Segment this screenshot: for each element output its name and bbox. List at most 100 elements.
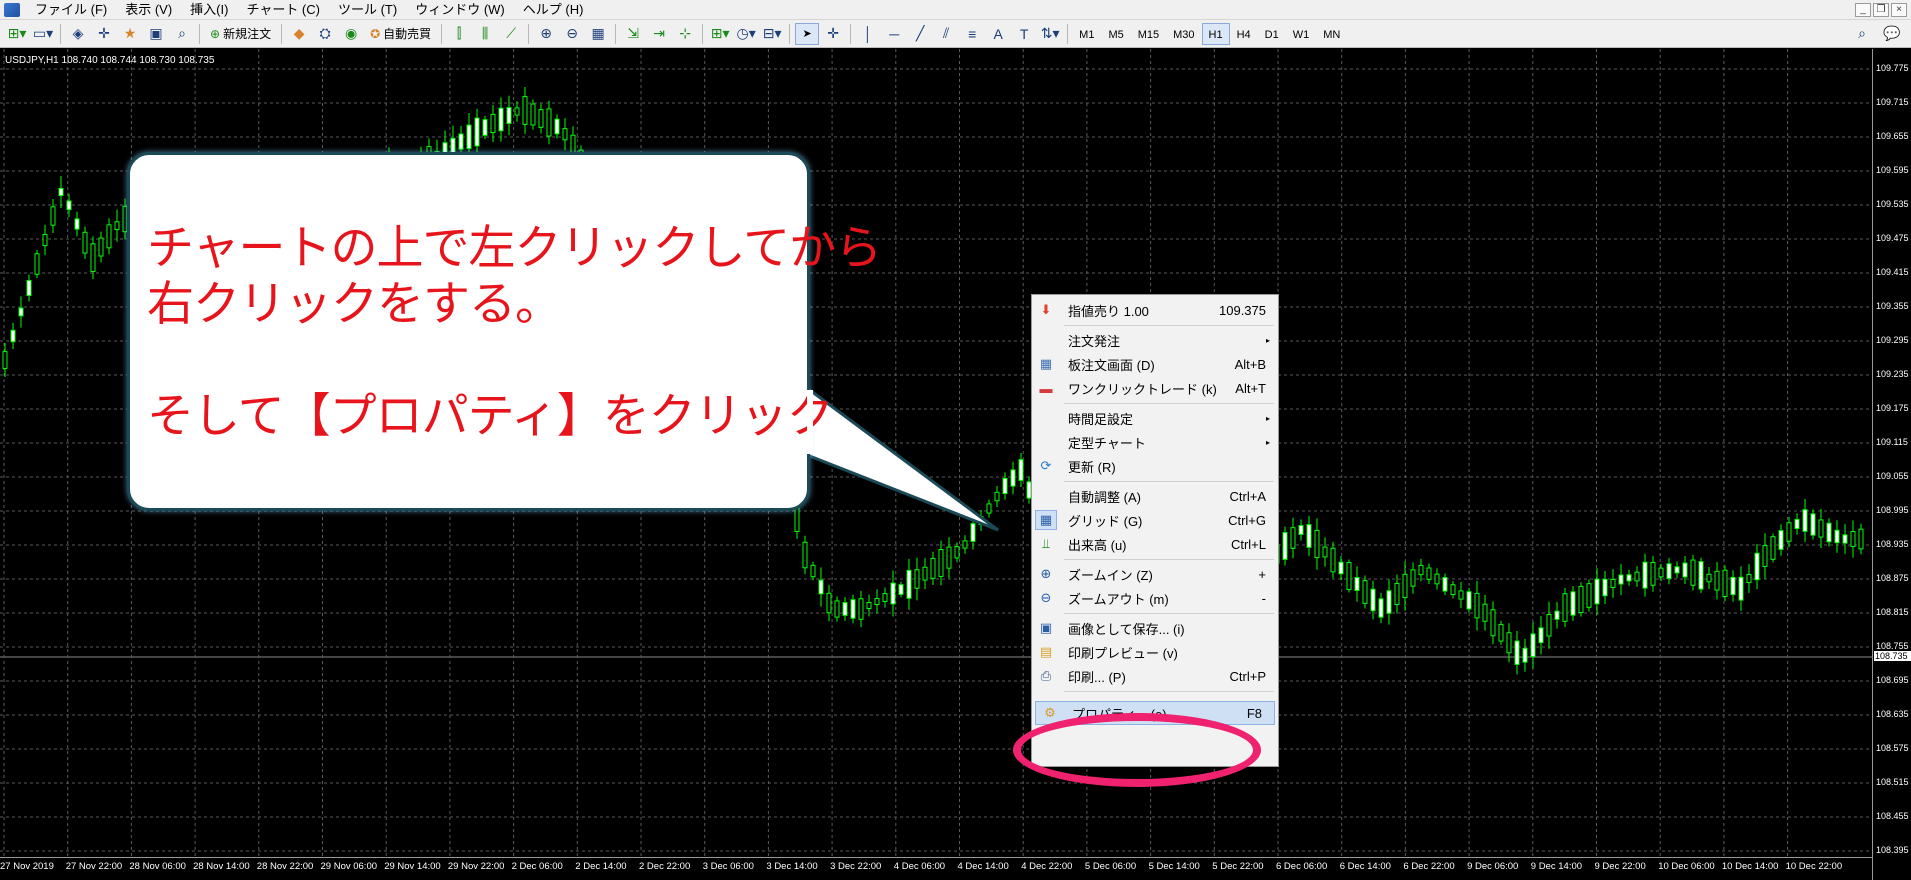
ctx-save-image[interactable]: ▣ 画像として保存... (i)	[1032, 616, 1278, 640]
profiles-icon[interactable]: ▭▾	[31, 23, 55, 45]
timeframe-m1[interactable]: M1	[1072, 23, 1101, 45]
zoom-in-icon[interactable]: ⊕	[534, 23, 558, 45]
price-axis[interactable]: 109.775 109.715 109.655 109.595 109.535 109.4…	[1872, 49, 1911, 880]
candle	[970, 515, 976, 550]
candle	[1482, 594, 1488, 631]
timeframe-d1[interactable]: D1	[1258, 23, 1286, 45]
bar-chart-icon[interactable]: ⫿	[447, 23, 471, 45]
candle	[1322, 537, 1328, 567]
ctx-zoom-out[interactable]: ⊖ ズームアウト (m) -	[1032, 586, 1278, 610]
trendline-icon[interactable]: ╱	[908, 23, 932, 45]
add-indicator-icon[interactable]: ⊞▾	[708, 23, 732, 45]
sell-arrow-icon: ⬇	[1040, 302, 1052, 317]
cursor-icon[interactable]: ➤	[795, 22, 820, 45]
timeframe-h1[interactable]: H1	[1201, 22, 1230, 45]
candle	[1746, 564, 1752, 593]
timeframe-m30[interactable]: M30	[1166, 23, 1201, 45]
tile-windows-icon[interactable]: ▦	[586, 23, 610, 45]
indicators-icon[interactable]: ⊹	[673, 23, 697, 45]
menu-help[interactable]: ヘルプ (H)	[514, 0, 593, 20]
data-window-icon[interactable]: ✛	[92, 23, 116, 45]
restore-icon[interactable]: ❐	[1873, 2, 1889, 17]
ctx-volume[interactable]: ⫫ 出来高 (u) Ctrl+L	[1032, 532, 1278, 556]
navigator-icon[interactable]: ★	[118, 23, 142, 45]
candle	[1466, 587, 1472, 613]
ctx-refresh[interactable]: ⟳ 更新 (R)	[1032, 454, 1278, 478]
signals-icon[interactable]: ⛭	[313, 23, 337, 45]
fibonacci-icon[interactable]: ≡	[960, 23, 984, 45]
menu-view[interactable]: 表示 (V)	[116, 0, 181, 20]
menu-window[interactable]: ウィンドウ (W)	[406, 0, 514, 20]
candle	[1626, 569, 1632, 586]
time-tick: 5 Dec 14:00	[1148, 861, 1200, 872]
candle	[962, 535, 968, 554]
candle	[850, 594, 856, 624]
arrows-icon[interactable]: ⇅▾	[1038, 23, 1062, 45]
candle	[874, 589, 880, 614]
crosshair-icon[interactable]: ✛	[821, 23, 845, 45]
time-tick: 5 Dec 22:00	[1212, 861, 1264, 872]
ctx-order-placement[interactable]: 注文発注 ▸	[1032, 328, 1278, 352]
terminal-icon[interactable]: ▣	[144, 23, 168, 45]
new-order-button[interactable]: ⊕ 新規注文	[205, 23, 276, 45]
zoom-out-icon[interactable]: ⊖	[560, 23, 584, 45]
print-icon: ⎙	[1040, 668, 1052, 683]
ctx-timeframe-settings[interactable]: 時間足設定 ▸	[1032, 406, 1278, 430]
time-tick: 27 Nov 2019	[0, 861, 54, 872]
horizontal-line-icon[interactable]: ─	[882, 23, 906, 45]
timeframe-mn[interactable]: MN	[1316, 23, 1347, 45]
chat-icon[interactable]: 💬	[1880, 23, 1904, 45]
chart-context-menu: ⬇ 指値売り 1.00 109.375 注文発注 ▸ ▦ 板注文画面 (D) A…	[1031, 294, 1279, 767]
price-tick: 109.535	[1876, 199, 1909, 209]
timeframe-m15[interactable]: M15	[1131, 23, 1166, 45]
time-tick: 2 Dec 06:00	[511, 861, 563, 872]
ctx-auto-scale[interactable]: 自動調整 (A) Ctrl+A	[1032, 484, 1278, 508]
menu-tools[interactable]: ツール (T)	[329, 0, 406, 20]
periods-icon[interactable]: ◷▾	[734, 23, 758, 45]
ctx-template-chart[interactable]: 定型チャート ▸	[1032, 430, 1278, 454]
ctx-zoom-in[interactable]: ⊕ ズームイン (Z) +	[1032, 562, 1278, 586]
volume-icon: ⫫	[1042, 536, 1050, 551]
timeframe-m5[interactable]: M5	[1101, 23, 1130, 45]
new-chart-icon[interactable]: ⊞▾	[5, 23, 29, 45]
timeframe-w1[interactable]: W1	[1286, 23, 1317, 45]
market-watch-icon[interactable]: ◈	[66, 23, 90, 45]
close-icon[interactable]: ×	[1891, 2, 1907, 17]
ctx-print[interactable]: ⎙ 印刷... (P) Ctrl+P	[1032, 664, 1278, 688]
market-icon[interactable]: ◉	[339, 23, 363, 45]
auto-trade-button[interactable]: ✪ 自動売買	[365, 23, 436, 45]
equidistant-channel-icon[interactable]: ⫽	[934, 23, 958, 45]
timeframe-h4[interactable]: H4	[1230, 23, 1258, 45]
search-icon[interactable]: ⌕	[1850, 23, 1874, 45]
autoscroll-icon[interactable]: ⇲	[621, 23, 645, 45]
ctx-sell-limit[interactable]: ⬇ 指値売り 1.00 109.375	[1032, 298, 1278, 322]
candle	[1642, 553, 1648, 597]
minimize-icon[interactable]: _	[1855, 2, 1871, 17]
ctx-print-preview[interactable]: ▤ 印刷プレビュー (v)	[1032, 640, 1278, 664]
menu-file[interactable]: ファイル (F)	[26, 0, 116, 20]
ctx-order-board[interactable]: ▦ 板注文画面 (D) Alt+B	[1032, 352, 1278, 376]
candle	[522, 87, 528, 134]
text-label-icon[interactable]: T	[1012, 23, 1036, 45]
ctx-one-click-trade[interactable]: ▬ ワンクリックトレード (k) Alt+T	[1032, 376, 1278, 400]
candle	[1818, 508, 1824, 549]
candle	[1810, 509, 1816, 540]
line-chart-icon[interactable]: ⟋	[499, 23, 523, 45]
ctx-grid[interactable]: ▦ グリッド (G) Ctrl+G	[1032, 508, 1278, 532]
candle	[1618, 563, 1624, 596]
metaeditor-icon[interactable]: ◆	[287, 23, 311, 45]
menu-chart[interactable]: チャート (C)	[237, 0, 329, 20]
text-icon[interactable]: A	[986, 23, 1010, 45]
candle	[1834, 520, 1840, 553]
strategy-tester-icon[interactable]: ⌕	[170, 23, 194, 45]
menu-insert[interactable]: 挿入(I)	[181, 0, 237, 20]
templates-icon[interactable]: ⊟▾	[760, 23, 784, 45]
save-image-icon: ▣	[1039, 620, 1053, 635]
candle	[1290, 517, 1296, 559]
vertical-line-icon[interactable]: │	[856, 23, 880, 45]
print-preview-icon: ▤	[1039, 644, 1053, 659]
instruction-callout: チャートの上で左クリックしてから 右クリックをする。 そして【プロパティ】をクリ…	[127, 152, 882, 511]
price-tick: 109.655	[1876, 131, 1909, 141]
chart-shift-icon[interactable]: ⇥	[647, 23, 671, 45]
candle-chart-icon[interactable]: ⫼	[473, 23, 497, 45]
